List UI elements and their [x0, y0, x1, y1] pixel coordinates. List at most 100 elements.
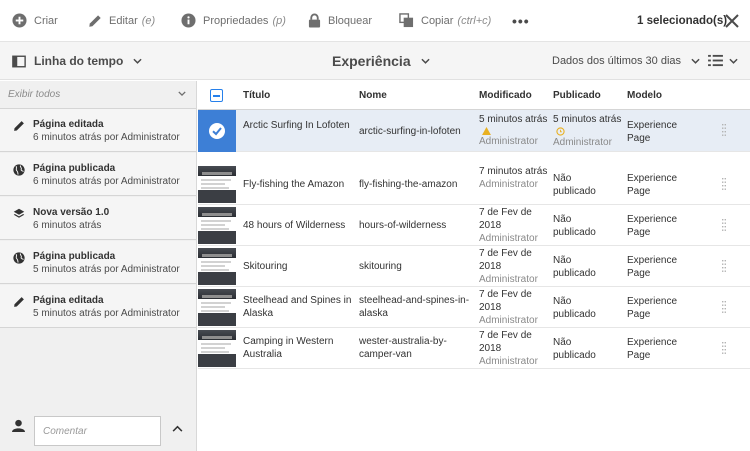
pencil-icon	[14, 297, 24, 307]
row-model: Experience Page	[627, 296, 678, 320]
action-bar: Criar Editar (e) Propriedades (p) Bloque…	[0, 0, 750, 42]
row-model: Experience Page	[627, 255, 678, 279]
timeline-item-title: Nova versão 1.0	[33, 207, 110, 218]
row-modified-by: Administrator	[479, 136, 538, 147]
row-model: Experience Page	[627, 120, 678, 144]
drag-handle-icon[interactable]	[722, 219, 726, 231]
page-thumbnail[interactable]	[198, 287, 236, 327]
row-modified: 7 minutos atrás Administrator	[479, 165, 549, 191]
table-row[interactable]: Steelhead and Spines in Alaska steelhead…	[198, 287, 750, 328]
lock-icon	[308, 13, 321, 28]
column-header-published[interactable]: Publicado	[553, 81, 601, 110]
row-name: wester-australia-by-camper-van	[359, 336, 447, 360]
column-header-model[interactable]: Modelo	[627, 81, 662, 110]
table-row[interactable]: Fly-fishing the Amazon fly-fishing-the-a…	[198, 164, 750, 205]
copy-icon	[399, 13, 414, 28]
timeline-item[interactable]: Página publicada 6 minutos atrás por Adm…	[0, 153, 196, 196]
warning-icon	[482, 127, 491, 135]
info-icon	[181, 13, 196, 28]
drag-handle-icon[interactable]	[722, 124, 726, 136]
drag-handle-icon[interactable]	[722, 260, 726, 272]
column-header-name[interactable]: Nome	[359, 81, 387, 110]
properties-shortcut: (p)	[272, 14, 286, 27]
create-button[interactable]: Criar	[12, 0, 58, 42]
drag-handle-icon[interactable]	[722, 301, 726, 313]
clock-icon	[556, 127, 565, 136]
timeline-item[interactable]: Página publicada 5 minutos atrás por Adm…	[0, 241, 196, 284]
edit-button[interactable]: Editar (e)	[88, 0, 155, 42]
page-thumbnail[interactable]	[198, 328, 236, 368]
page-thumbnail[interactable]	[198, 246, 236, 286]
row-modified: 7 de Fev de 2018 Administrator	[479, 206, 541, 245]
row-published-date: 5 minutos atrás	[553, 114, 622, 125]
page-thumbnail[interactable]	[198, 205, 236, 245]
row-published: Não publicado	[553, 214, 596, 238]
globe-icon	[13, 252, 25, 264]
rail-panel-icon	[12, 55, 26, 67]
copy-button[interactable]: Copiar (ctrl+c)	[399, 0, 491, 42]
selected-checkmark[interactable]	[198, 110, 236, 152]
pencil-icon	[89, 14, 101, 27]
close-icon[interactable]	[724, 13, 740, 29]
timeline-filter[interactable]: Exibir todos	[0, 81, 196, 109]
row-model: Experience Page	[627, 337, 678, 361]
list-view-icon	[708, 54, 723, 67]
timeline-rail: Exibir todos Página editada 6 minutos at…	[0, 81, 197, 451]
edit-label: Editar	[109, 14, 138, 27]
timeline-item[interactable]: Página editada 6 minutos atrás por Admin…	[0, 109, 196, 152]
drag-handle-icon[interactable]	[722, 178, 726, 190]
date-range-filter[interactable]: Dados dos últimos 30 dias	[552, 42, 700, 80]
row-name: fly-fishing-the-amazon	[359, 179, 458, 190]
table-row[interactable]: Camping in Western Australia wester-aust…	[198, 328, 750, 369]
edit-shortcut: (e)	[141, 14, 156, 27]
row-modified: 7 de Fev de 2018 Administrator	[479, 329, 541, 368]
timeline-item-title: Página publicada	[33, 163, 116, 174]
row-modified-date: 7 de Fev de 2018	[479, 330, 532, 354]
drag-handle-icon[interactable]	[722, 342, 726, 354]
timeline-item[interactable]: Página editada 5 minutos atrás por Admin…	[0, 285, 196, 328]
table-row[interactable]: Skitouring skitouring 7 de Fev de 2018 A…	[198, 246, 750, 287]
timeline-item-detail: 5 minutos atrás por Administrator	[33, 308, 180, 319]
selection-count: 1 selecionado(s)	[637, 15, 728, 27]
column-header-title[interactable]: Título	[243, 81, 270, 110]
row-modified-by: Administrator	[479, 315, 538, 326]
row-title[interactable]: Fly-fishing the Amazon	[243, 178, 353, 191]
row-title[interactable]: Steelhead and Spines in Alaska	[243, 294, 353, 320]
view-switcher[interactable]	[708, 54, 738, 67]
comment-input[interactable]	[34, 416, 161, 446]
content-table: Título Nome Modificado Publicado Modelo …	[198, 81, 750, 451]
row-published: Não publicado	[553, 173, 596, 197]
row-modified-date: 7 de Fev de 2018	[479, 289, 532, 313]
view-title-label: Experiência	[332, 53, 411, 69]
add-circle-icon	[12, 13, 27, 28]
row-title[interactable]: Arctic Surfing In Lofoten	[243, 119, 353, 132]
checkmark-icon	[212, 127, 222, 136]
date-range-label: Dados dos últimos 30 dias	[552, 55, 682, 67]
rail-selector-label: Linha do tempo	[34, 54, 124, 68]
properties-button[interactable]: Propriedades (p)	[181, 0, 286, 42]
row-title[interactable]: Camping in Western Australia	[243, 335, 343, 361]
column-header-modified[interactable]: Modificado	[479, 81, 532, 110]
table-row[interactable]: 48 hours of Wilderness hours-of-wilderne…	[198, 205, 750, 246]
row-title[interactable]: 48 hours of Wilderness	[243, 219, 353, 232]
row-published: Não publicado	[553, 296, 596, 320]
more-actions-button[interactable]: •••	[512, 0, 530, 42]
chevron-down-icon	[133, 58, 142, 64]
row-name: hours-of-wilderness	[359, 220, 447, 231]
chevron-up-icon[interactable]	[172, 425, 183, 432]
view-title[interactable]: Experiência	[332, 42, 430, 80]
select-all-checkbox[interactable]	[210, 89, 223, 102]
table-row[interactable]: Arctic Surfing In Lofoten arctic-surfing…	[198, 110, 750, 152]
layers-icon	[13, 208, 25, 218]
timeline-item-title: Página editada	[33, 295, 104, 306]
row-modified-by: Administrator	[479, 356, 538, 367]
row-modified-date: 7 de Fev de 2018	[479, 248, 532, 272]
timeline-item[interactable]: Nova versão 1.0 6 minutos atrás	[0, 197, 196, 240]
row-modified: 5 minutos atrás Administrator	[479, 113, 549, 148]
timeline-item-detail: 6 minutos atrás por Administrator	[33, 176, 180, 187]
page-thumbnail[interactable]	[198, 164, 236, 204]
lock-button[interactable]: Bloquear	[308, 0, 372, 42]
row-title[interactable]: Skitouring	[243, 260, 353, 273]
rail-selector[interactable]: Linha do tempo	[12, 42, 142, 80]
row-model: Experience Page	[627, 214, 678, 238]
